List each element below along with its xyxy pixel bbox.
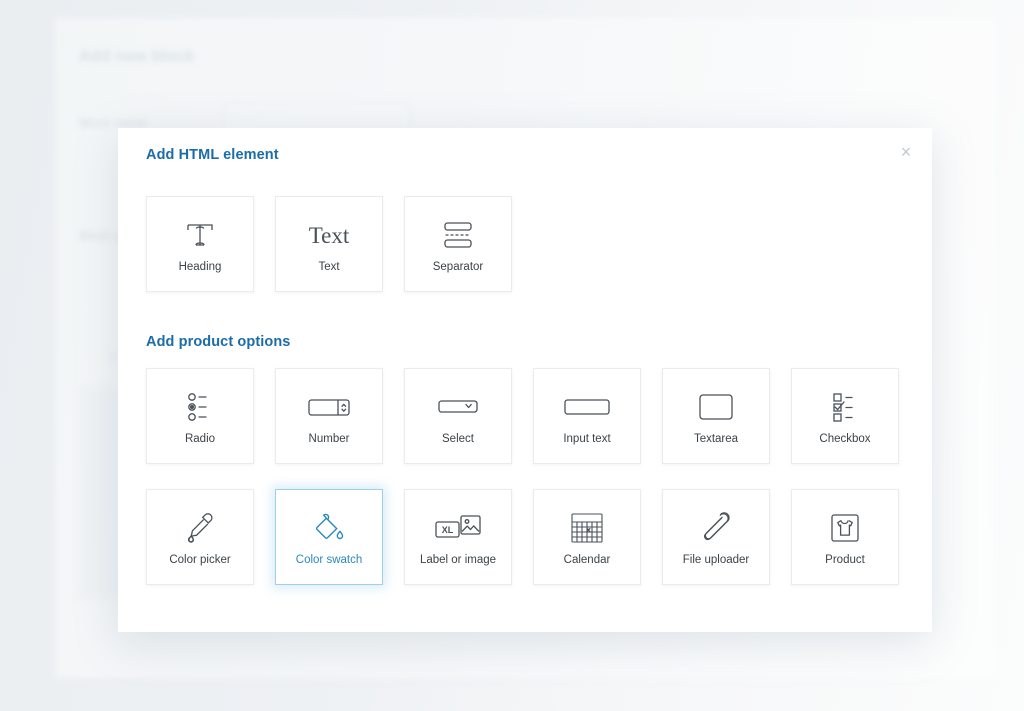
card-label-or-image[interactable]: XL Label or image bbox=[404, 489, 512, 585]
card-number[interactable]: Number bbox=[275, 368, 383, 464]
card-text[interactable]: Text Text bbox=[275, 196, 383, 292]
card-checkbox[interactable]: Checkbox bbox=[791, 368, 899, 464]
close-icon[interactable]: × bbox=[892, 138, 920, 166]
card-label: Heading bbox=[179, 261, 222, 275]
radio-icon bbox=[183, 385, 217, 429]
html-element-grid: Heading Text Text Separator bbox=[146, 196, 512, 292]
card-label: Calendar bbox=[564, 554, 611, 568]
label-image-icon: XL bbox=[432, 506, 484, 550]
card-label: Label or image bbox=[420, 554, 496, 568]
card-label: Color swatch bbox=[296, 554, 362, 568]
svg-text:XL: XL bbox=[442, 525, 454, 535]
card-calendar[interactable]: Calendar bbox=[533, 489, 641, 585]
separator-icon bbox=[441, 213, 475, 257]
number-icon bbox=[306, 385, 352, 429]
card-label: Color picker bbox=[169, 554, 230, 568]
card-color-swatch[interactable]: Color swatch bbox=[275, 489, 383, 585]
add-element-modal: × Add HTML element Heading Text Text bbox=[118, 128, 932, 632]
background-block-position-label: Block p bbox=[79, 228, 122, 243]
card-label: Separator bbox=[433, 261, 484, 275]
card-label: Checkbox bbox=[819, 433, 870, 447]
calendar-icon bbox=[569, 506, 605, 550]
background-page-title: Add new block bbox=[79, 48, 195, 66]
section-title-html-element: Add HTML element bbox=[146, 147, 279, 163]
input-text-icon bbox=[562, 385, 612, 429]
card-label: Radio bbox=[185, 433, 215, 447]
card-label: Textarea bbox=[694, 433, 738, 447]
product-options-grid-row-2: Color picker Color swatch XL bbox=[146, 489, 899, 585]
heading-icon bbox=[183, 213, 217, 257]
card-product[interactable]: Product bbox=[791, 489, 899, 585]
eyedropper-icon bbox=[182, 506, 218, 550]
card-textarea[interactable]: Textarea bbox=[662, 368, 770, 464]
text-glyph: Text bbox=[309, 224, 350, 247]
card-label: Product bbox=[825, 554, 865, 568]
card-file-uploader[interactable]: File uploader bbox=[662, 489, 770, 585]
card-select[interactable]: Select bbox=[404, 368, 512, 464]
card-label: File uploader bbox=[683, 554, 749, 568]
card-label: Number bbox=[309, 433, 350, 447]
card-label: Select bbox=[442, 433, 474, 447]
paint-bucket-icon bbox=[310, 506, 348, 550]
card-heading[interactable]: Heading bbox=[146, 196, 254, 292]
checkbox-icon bbox=[828, 385, 862, 429]
text-icon: Text bbox=[309, 213, 350, 257]
card-color-picker[interactable]: Color picker bbox=[146, 489, 254, 585]
section-title-product-options: Add product options bbox=[146, 334, 290, 350]
select-icon bbox=[435, 385, 481, 429]
card-separator[interactable]: Separator bbox=[404, 196, 512, 292]
card-label: Input text bbox=[563, 433, 610, 447]
product-options-grid-row-1: Radio Number Select bbox=[146, 368, 899, 464]
card-label: Text bbox=[318, 261, 339, 275]
card-radio[interactable]: Radio bbox=[146, 368, 254, 464]
paperclip-icon bbox=[697, 506, 735, 550]
textarea-icon bbox=[696, 385, 736, 429]
tshirt-icon bbox=[828, 506, 862, 550]
card-input-text[interactable]: Input text bbox=[533, 368, 641, 464]
